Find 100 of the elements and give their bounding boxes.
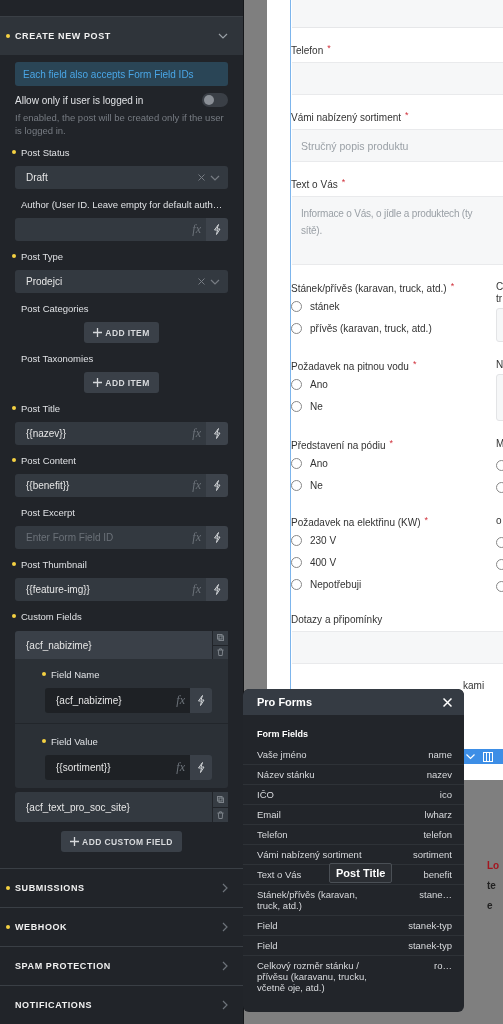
dynamic-data-button[interactable]: [190, 755, 212, 780]
field-id[interactable]: benefit: [423, 869, 452, 880]
trash-icon: [217, 648, 224, 657]
columns-icon: [483, 751, 493, 762]
field-id[interactable]: ico: [439, 789, 452, 800]
required-mark: *: [450, 281, 455, 291]
plus-icon: [70, 837, 80, 846]
label-text: kami: [462, 679, 486, 693]
delete-button[interactable]: [213, 807, 228, 822]
field-name[interactable]: Telefon: [257, 829, 288, 840]
copy-icon: [217, 795, 224, 803]
field-label: Post Categories: [21, 302, 89, 314]
text-field[interactable]: {{sortiment}}: [45, 755, 177, 780]
field-id[interactable]: nazev: [426, 769, 452, 780]
field-name[interactable]: Název stánku: [257, 769, 315, 780]
dynamic-data-button[interactable]: [206, 474, 228, 497]
field-label: C: [496, 281, 503, 293]
placeholder-text: Informace o Vás, o jídle a produktech (ty: [301, 207, 473, 221]
field-label: o: [496, 515, 503, 527]
repeater-item[interactable]: {acf_text_pro_soc_site}: [15, 792, 212, 822]
trash-icon: [217, 810, 224, 819]
field-name[interactable]: Vámi nabízený sortiment: [257, 849, 362, 860]
select-field[interactable]: Draft: [15, 166, 228, 189]
field-name[interactable]: Text o Vás: [257, 869, 302, 880]
required-mark: *: [341, 177, 346, 187]
option-label: 230 V: [310, 534, 337, 546]
copy-button[interactable]: [213, 792, 228, 807]
field-label: Dotazy a připomínky: [291, 613, 383, 625]
text-field[interactable]: {{feature-img}}: [15, 578, 193, 601]
field-name[interactable]: Stánek/přívěs (karavan, truck, atd.): [257, 889, 377, 911]
field-label: Požadavek na elektřinu (KW): [291, 516, 421, 528]
dynamic-data-button[interactable]: [190, 688, 212, 713]
input-field[interactable]: [292, 631, 503, 664]
field-name[interactable]: IČO: [257, 789, 274, 800]
field-id[interactable]: stane…: [419, 889, 452, 911]
field-id[interactable]: telefon: [423, 829, 452, 840]
dynamic-data-button[interactable]: [206, 218, 228, 241]
field-label: Požadavek na pitnou vodu: [291, 360, 409, 372]
field-id[interactable]: name: [428, 749, 452, 760]
input-field[interactable]: [292, 62, 503, 95]
field-label: Představení na pódiu: [291, 439, 386, 451]
bolt-icon: [213, 224, 221, 235]
field-id[interactable]: lwharz: [424, 809, 452, 820]
bolt-icon: [213, 584, 221, 595]
add-button[interactable]: ADD CUSTOM FIELD: [61, 831, 182, 852]
field-label: Field Value: [51, 735, 98, 747]
repeater-item[interactable]: {acf_nabizime}: [15, 631, 212, 659]
field-label: Post Excerpt: [21, 506, 75, 518]
plus-icon: [93, 378, 103, 387]
required-mark: *: [412, 359, 417, 369]
toggle-label: Allow only if user is logged in: [15, 94, 144, 106]
text-field[interactable]: {acf_nabizime}: [45, 688, 177, 713]
bolt-icon: [197, 762, 205, 773]
field-label: Vámi nabízený sortiment: [291, 111, 402, 123]
field-label: Field Name: [51, 668, 100, 680]
dynamic-data-button[interactable]: [206, 422, 228, 445]
option-label: 400 V: [310, 556, 337, 568]
field-label: Stánek/přívěs (karavan, truck, atd.): [291, 282, 447, 294]
add-button[interactable]: ADD ITEM: [84, 372, 159, 393]
field-label: Author (User ID. Leave empty for default auth…: [21, 198, 223, 210]
required-mark: *: [405, 110, 409, 120]
field-id[interactable]: sortiment: [412, 849, 452, 860]
field-name[interactable]: Celkový rozměr stánku / přívěsu (karavanu, trucku, včetně oje, atd.): [257, 960, 377, 993]
field-id[interactable]: stanek-typ: [408, 940, 452, 951]
help-text: If enabled, the post will be created only if the user is logged in.: [15, 111, 225, 137]
copy-button[interactable]: [213, 631, 228, 645]
dynamic-data-button[interactable]: [206, 578, 228, 601]
field-label: Post Taxonomies: [21, 352, 94, 364]
toggle-switch[interactable]: [202, 93, 228, 107]
select-field[interactable]: Prodejci: [15, 270, 228, 293]
field-label: Text o Vás: [291, 178, 338, 190]
field-name[interactable]: Email: [257, 809, 281, 820]
copy-icon: [217, 634, 224, 642]
delete-button[interactable]: [213, 645, 228, 659]
plus-icon: [93, 328, 103, 337]
field-id[interactable]: ro…: [434, 960, 452, 993]
required-mark: *: [389, 438, 394, 448]
section-heading: Form Fields: [257, 729, 309, 739]
bolt-icon: [213, 532, 221, 543]
field-name[interactable]: Vaše jméno: [257, 749, 307, 760]
field-label: Post Content: [21, 454, 76, 466]
chevron-down-icon: [466, 753, 475, 760]
input-field[interactable]: [292, 0, 503, 28]
field-label: Post Title: [21, 402, 61, 414]
chevron-down-icon: [210, 174, 220, 181]
close-button[interactable]: [443, 697, 452, 707]
dynamic-data-button[interactable]: [206, 526, 228, 549]
option-label: přívěs (karavan, truck, atd.): [310, 322, 432, 334]
add-button[interactable]: ADD ITEM: [84, 322, 159, 343]
field-label: M: [496, 438, 503, 450]
field-id[interactable]: stanek-typ: [408, 920, 452, 931]
text-field[interactable]: {{benefit}}: [15, 474, 193, 497]
chevron-down-icon: [210, 278, 220, 285]
field-name[interactable]: Field: [257, 940, 278, 951]
option-label: stánek: [310, 300, 340, 312]
field-name[interactable]: Field: [257, 920, 278, 931]
section-header[interactable]: CREATE NEW POST: [0, 17, 243, 55]
bolt-icon: [213, 428, 221, 439]
text-field[interactable]: {{nazev}}: [15, 422, 193, 445]
field-label: Post Thumbnail: [21, 558, 87, 570]
